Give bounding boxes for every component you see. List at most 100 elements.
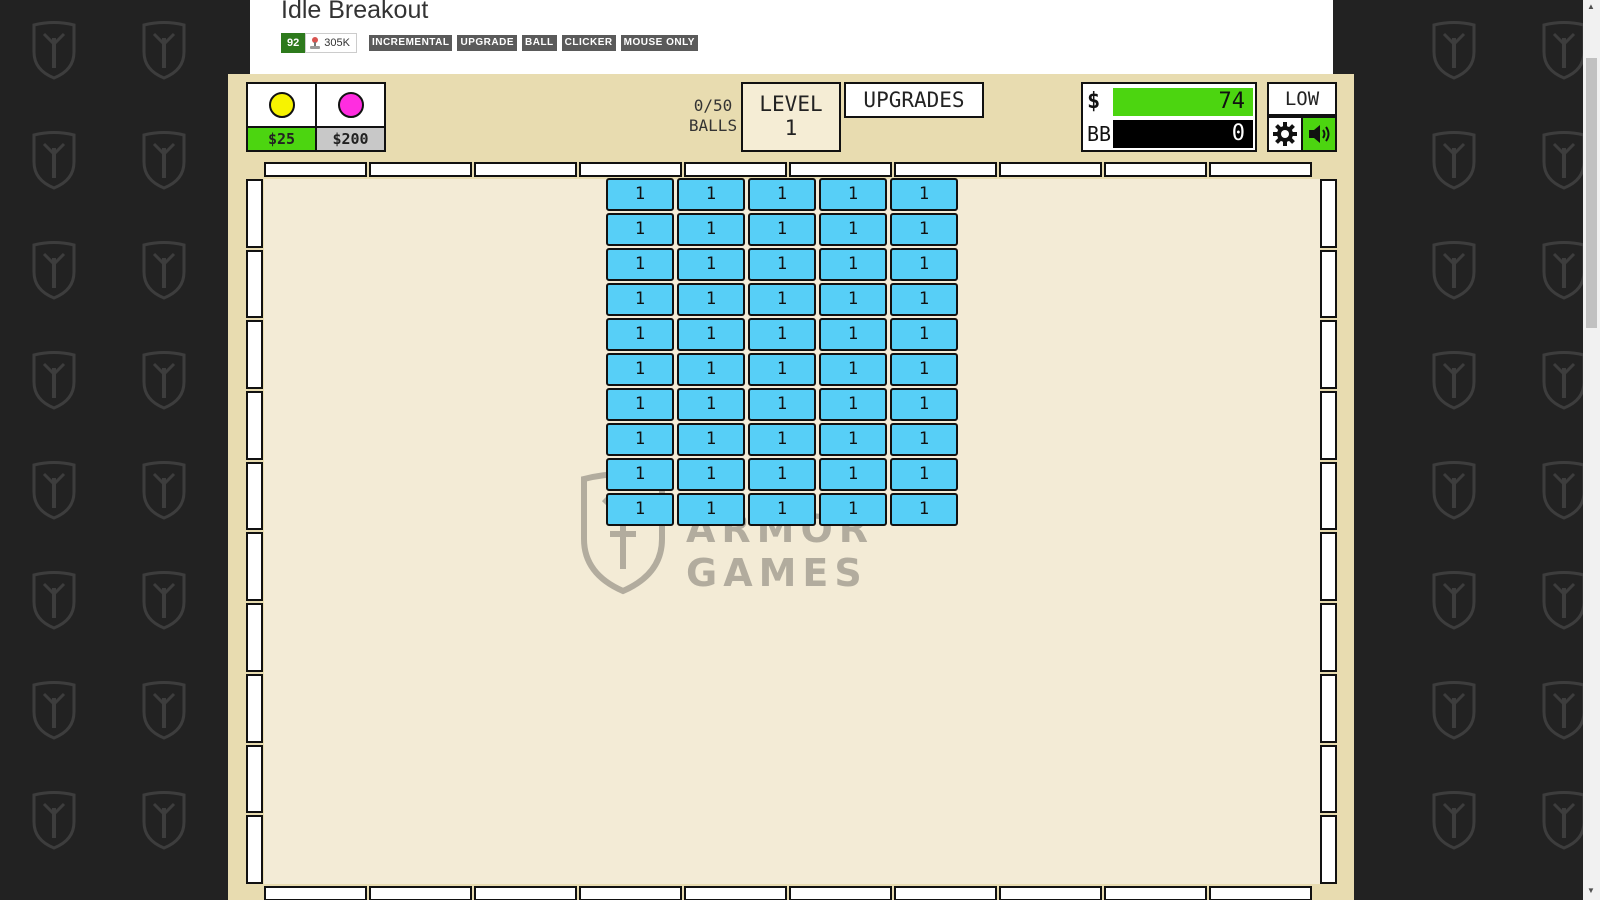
brick[interactable]: 1: [890, 458, 958, 491]
brick[interactable]: 1: [819, 458, 887, 491]
shield-pattern-icon: [1432, 351, 1476, 410]
brick[interactable]: 1: [677, 213, 745, 246]
brick[interactable]: 1: [606, 283, 674, 316]
brick[interactable]: 1: [677, 493, 745, 526]
brick[interactable]: 1: [748, 458, 816, 491]
brick[interactable]: 1: [606, 178, 674, 211]
shield-pattern-icon: [1542, 461, 1586, 520]
brick[interactable]: 1: [606, 423, 674, 456]
brick[interactable]: 1: [819, 178, 887, 211]
brick[interactable]: 1: [606, 353, 674, 386]
wall-segment: [246, 179, 263, 248]
brick[interactable]: 1: [677, 353, 745, 386]
brick[interactable]: 1: [677, 388, 745, 421]
shield-pattern-icon: [1432, 21, 1476, 80]
brick[interactable]: 1: [819, 493, 887, 526]
brick[interactable]: 1: [819, 213, 887, 246]
level-value: 1: [784, 116, 798, 140]
brick[interactable]: 1: [677, 458, 745, 491]
brick[interactable]: 1: [677, 283, 745, 316]
tag-upgrade[interactable]: UPGRADE: [457, 35, 517, 51]
quality-toggle-button[interactable]: LOW: [1267, 82, 1337, 116]
sound-toggle-button[interactable]: [1303, 118, 1335, 150]
brick[interactable]: 1: [677, 423, 745, 456]
brick[interactable]: 1: [748, 493, 816, 526]
brick[interactable]: 1: [819, 318, 887, 351]
brick[interactable]: 1: [677, 248, 745, 281]
shield-pattern-icon: [1432, 571, 1476, 630]
brick[interactable]: 1: [819, 388, 887, 421]
wall-segment: [684, 886, 787, 900]
tag-mouse-only[interactable]: MOUSE ONLY: [620, 35, 698, 51]
brick[interactable]: 1: [677, 178, 745, 211]
brick[interactable]: 1: [819, 353, 887, 386]
brick[interactable]: 1: [748, 353, 816, 386]
brick[interactable]: 1: [890, 493, 958, 526]
brick[interactable]: 1: [606, 493, 674, 526]
settings-controls: [1267, 116, 1337, 152]
brick[interactable]: 1: [890, 318, 958, 351]
scroll-up-icon[interactable]: ▲: [1587, 2, 1595, 11]
wall-left: [246, 179, 263, 884]
brick[interactable]: 1: [819, 248, 887, 281]
wall-segment: [1320, 603, 1337, 672]
level-label: LEVEL: [759, 92, 823, 116]
brick[interactable]: 1: [748, 388, 816, 421]
shield-pattern-icon: [32, 571, 76, 630]
brick-grid: 1111111111111111111111111111111111111111…: [606, 178, 958, 526]
wall-segment: [1104, 886, 1207, 900]
joystick-icon: [310, 37, 321, 49]
brick[interactable]: 1: [606, 213, 674, 246]
money-value: 74: [1113, 88, 1253, 116]
brick[interactable]: 1: [748, 248, 816, 281]
tag-clicker[interactable]: CLICKER: [561, 35, 616, 51]
brick[interactable]: 1: [890, 423, 958, 456]
brick[interactable]: 1: [890, 388, 958, 421]
buy-plasma-ball-button[interactable]: $200: [317, 84, 384, 150]
wall-segment: [264, 886, 367, 900]
brick[interactable]: 1: [748, 283, 816, 316]
upgrades-button[interactable]: UPGRADES: [844, 82, 984, 118]
page-scrollbar[interactable]: ▲ ▼: [1583, 0, 1600, 900]
wall-segment: [1209, 162, 1312, 177]
wall-segment: [1320, 179, 1337, 248]
magenta-ball-icon: [337, 92, 364, 118]
buy-basic-ball-button[interactable]: $25: [248, 84, 315, 150]
brick[interactable]: 1: [606, 458, 674, 491]
tag-ball[interactable]: BALL: [522, 35, 557, 51]
speaker-icon: [1309, 125, 1330, 143]
brick[interactable]: 1: [819, 423, 887, 456]
brick[interactable]: 1: [890, 213, 958, 246]
wall-segment: [1320, 461, 1337, 531]
brick[interactable]: 1: [819, 283, 887, 316]
wall-segment: [1320, 744, 1337, 814]
brick[interactable]: 1: [890, 353, 958, 386]
brick[interactable]: 1: [606, 388, 674, 421]
brick[interactable]: 1: [748, 423, 816, 456]
brick[interactable]: 1: [748, 178, 816, 211]
ball-price: $25: [248, 128, 315, 150]
wall-top: [264, 162, 1312, 177]
wall-segment: [789, 162, 892, 177]
shield-pattern-icon: [142, 791, 186, 850]
brick[interactable]: 1: [677, 318, 745, 351]
settings-button[interactable]: [1269, 118, 1301, 150]
brick[interactable]: 1: [606, 318, 674, 351]
brick[interactable]: 1: [890, 178, 958, 211]
brick[interactable]: 1: [890, 248, 958, 281]
brick[interactable]: 1: [748, 213, 816, 246]
wall-segment: [246, 532, 263, 602]
brick[interactable]: 1: [748, 318, 816, 351]
gear-icon: [1273, 122, 1297, 146]
scrollbar-thumb[interactable]: [1586, 58, 1597, 328]
brick[interactable]: 1: [890, 283, 958, 316]
wall-segment: [894, 886, 997, 900]
wall-segment: [474, 886, 577, 900]
tag-incremental[interactable]: INCREMENTAL: [368, 35, 453, 51]
wall-segment: [264, 162, 367, 177]
ball-shop: $25 $200: [246, 82, 386, 152]
scroll-down-icon[interactable]: ▼: [1587, 886, 1595, 895]
brick[interactable]: 1: [606, 248, 674, 281]
balls-count-value: 0/50: [693, 96, 733, 115]
shield-pattern-icon: [1542, 791, 1586, 850]
